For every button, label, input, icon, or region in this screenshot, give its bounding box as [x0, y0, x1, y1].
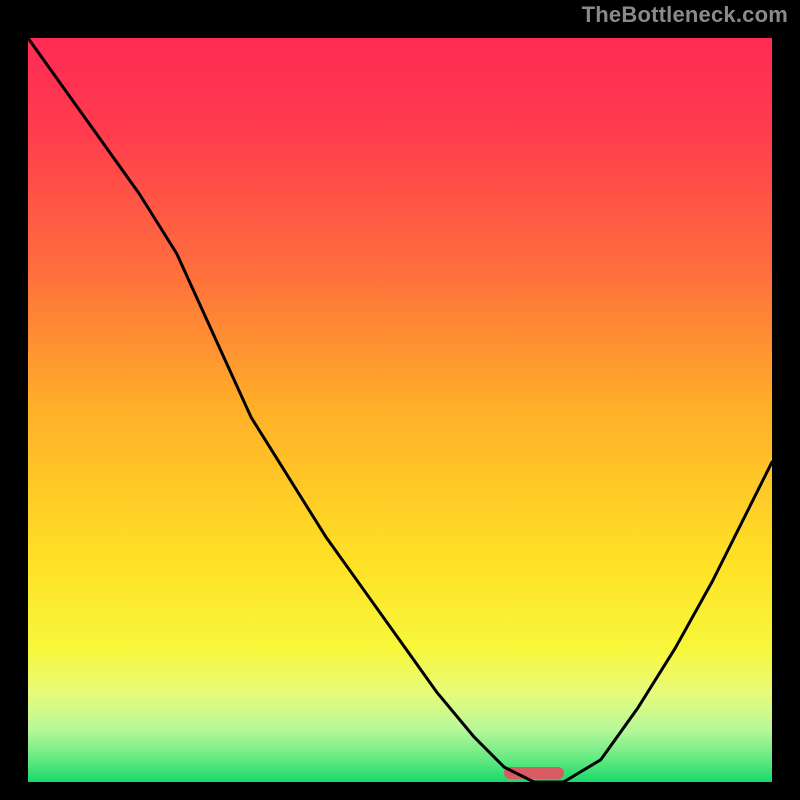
bottleneck-curve: [28, 38, 772, 782]
plot-area: [28, 38, 772, 782]
plot-frame: [20, 30, 780, 790]
watermark-text: TheBottleneck.com: [582, 2, 788, 28]
